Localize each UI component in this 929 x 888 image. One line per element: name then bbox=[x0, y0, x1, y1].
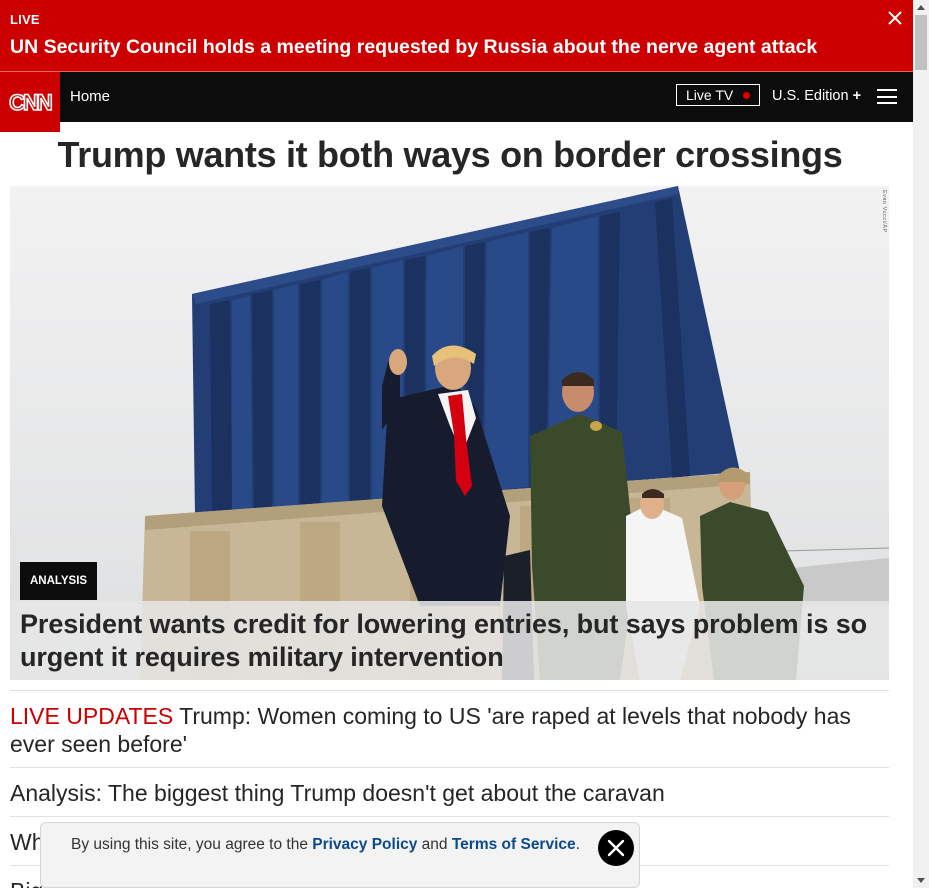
plus-icon: + bbox=[852, 88, 862, 104]
cnn-logo-icon: CNN bbox=[8, 89, 54, 115]
cookie-text-and: and bbox=[417, 836, 452, 853]
vertical-scrollbar[interactable] bbox=[913, 0, 929, 888]
privacy-policy-link[interactable]: Privacy Policy bbox=[312, 836, 417, 853]
cookie-text: By using this site, you agree to the bbox=[71, 836, 313, 853]
edition-selector[interactable]: U.S. Edition + bbox=[772, 88, 861, 104]
terms-of-service-link[interactable]: Terms of Service bbox=[452, 836, 576, 853]
live-dot-icon bbox=[743, 91, 751, 99]
live-tv-button[interactable]: Live TV bbox=[676, 84, 761, 106]
hero-caption[interactable]: President wants credit for lowering entr… bbox=[10, 601, 889, 680]
story-text[interactable]: Analysis: The biggest thing Trump doesn'… bbox=[10, 780, 665, 806]
hero-story[interactable]: Evan Vucci/AP ANALYSIS President wants c… bbox=[10, 186, 889, 680]
cnn-logo[interactable]: CNN bbox=[0, 72, 60, 132]
close-icon bbox=[607, 839, 625, 857]
cookie-close-button[interactable] bbox=[598, 830, 634, 866]
cookie-consent-banner: By using this site, you agree to the Pri… bbox=[40, 822, 640, 888]
page-viewport: LIVE UN Security Council holds a meeting… bbox=[0, 0, 913, 888]
live-headline-link[interactable]: UN Security Council holds a meeting requ… bbox=[10, 36, 817, 59]
story-item[interactable]: LIVE UPDATES Trump: Women coming to US '… bbox=[10, 690, 889, 768]
scroll-up-icon[interactable] bbox=[913, 0, 929, 14]
story-text[interactable]: Big bbox=[10, 878, 43, 888]
page-title[interactable]: Trump wants it both ways on border cross… bbox=[0, 134, 900, 176]
story-item[interactable]: Analysis: The biggest thing Trump doesn'… bbox=[10, 767, 889, 817]
analysis-badge: ANALYSIS bbox=[20, 562, 98, 600]
hero-caption-text[interactable]: President wants credit for lowering entr… bbox=[20, 608, 879, 674]
live-breaking-banner[interactable]: LIVE UN Security Council holds a meeting… bbox=[0, 0, 913, 72]
scrollbar-thumb[interactable] bbox=[915, 15, 927, 70]
edition-label: U.S. Edition bbox=[772, 88, 849, 104]
close-icon bbox=[888, 11, 902, 25]
cookie-text-end: . bbox=[575, 836, 580, 853]
live-label: LIVE bbox=[10, 12, 40, 27]
live-tv-label: Live TV bbox=[686, 87, 734, 103]
scroll-down-icon[interactable] bbox=[913, 874, 929, 888]
photo-credit: Evan Vucci/AP bbox=[881, 190, 887, 233]
logo-text: CNN bbox=[9, 90, 52, 115]
banner-close-button[interactable] bbox=[885, 8, 905, 28]
top-nav: CNN Home Live TV U.S. Edition + bbox=[0, 72, 913, 132]
hamburger-icon[interactable] bbox=[877, 89, 897, 104]
nav-home-link[interactable]: Home bbox=[70, 88, 110, 105]
live-updates-label: LIVE UPDATES bbox=[10, 703, 174, 729]
